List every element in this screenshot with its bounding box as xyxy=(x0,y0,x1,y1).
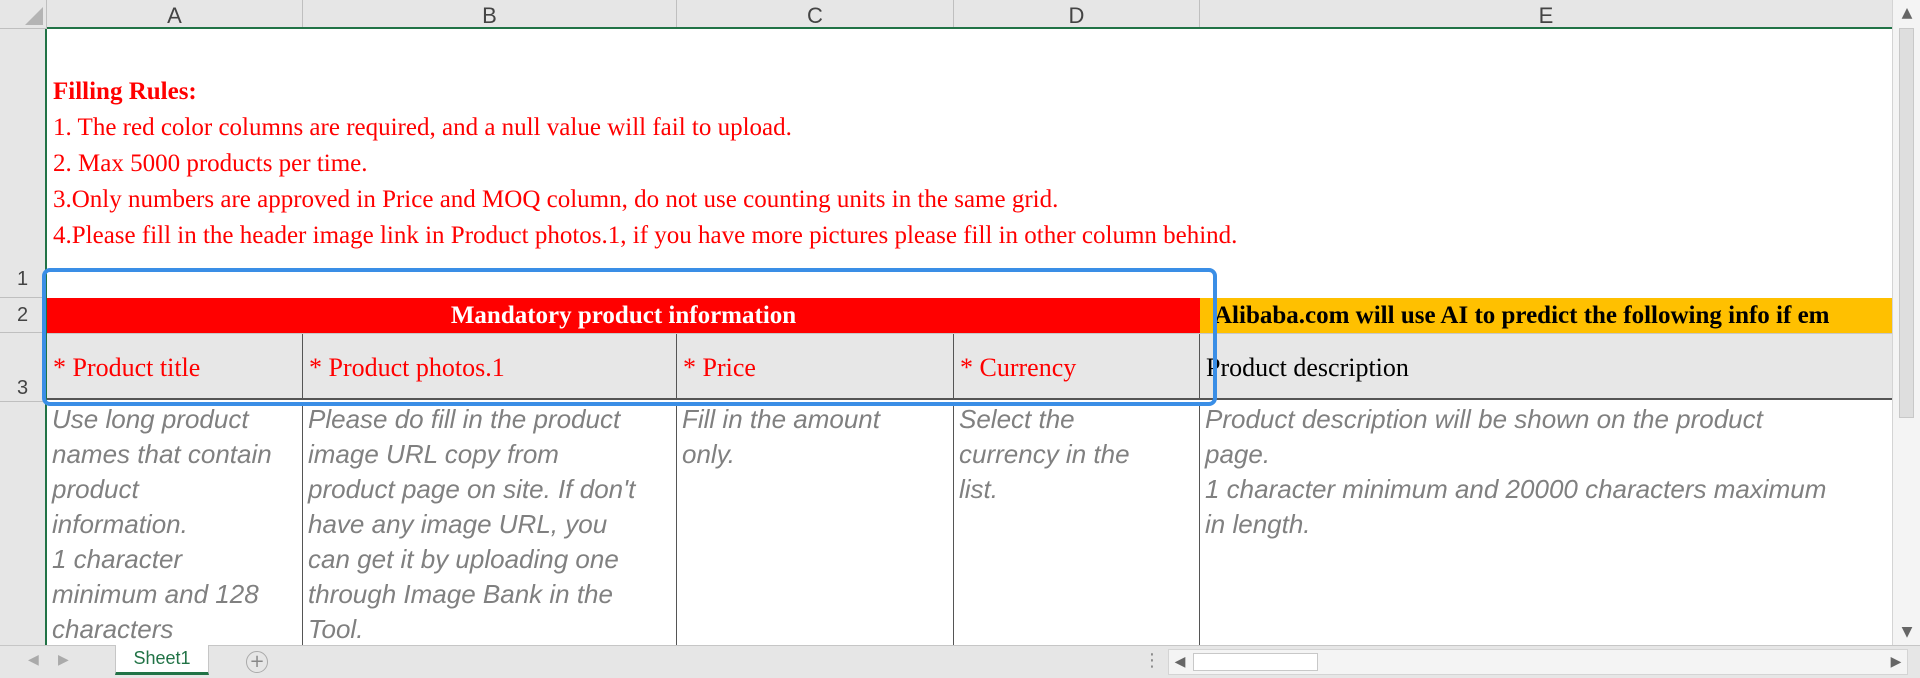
triangle-down-icon[interactable]: ▼ xyxy=(1893,621,1920,643)
vertical-scroll-thumb[interactable] xyxy=(1899,28,1914,418)
desc-line: 1 character xyxy=(52,544,183,574)
desc-line: characters xyxy=(52,614,174,644)
mandatory-info-band[interactable]: Mandatory product information xyxy=(47,298,1200,333)
desc-line: currency in the xyxy=(959,439,1130,469)
column-header-a[interactable]: A xyxy=(47,0,303,28)
row-header-1[interactable]: 1 xyxy=(0,29,45,298)
column-header-d[interactable]: D xyxy=(954,0,1200,28)
desc-cell-price[interactable]: Fill in the amount only. xyxy=(677,402,954,645)
header-product-photos[interactable]: * Product photos.1 xyxy=(303,334,677,399)
filling-rule-4: 4.Please fill in the header image link i… xyxy=(53,222,1238,249)
desc-line: 1 character minimum and 20000 characters… xyxy=(1205,474,1827,504)
horizontal-scrollbar[interactable]: ◀ ▶ xyxy=(1168,649,1908,675)
header-product-description[interactable]: Product description xyxy=(1200,334,1892,399)
desc-line: information. xyxy=(52,509,188,539)
header-row: * Product title * Product photos.1 * Pri… xyxy=(47,333,1892,400)
header-currency[interactable]: * Currency xyxy=(954,334,1200,399)
sheet-nav-prev-icon[interactable]: ◀ xyxy=(28,652,39,668)
triangle-left-icon[interactable]: ◀ xyxy=(1169,650,1191,674)
desc-line: through Image Bank in the xyxy=(308,579,613,609)
plus-circle-icon[interactable]: + xyxy=(246,651,268,673)
cell-grid[interactable]: Filling Rules: 1. The red color columns … xyxy=(47,29,1892,645)
sheet-nav-next-icon[interactable]: ▶ xyxy=(58,652,69,668)
column-header-e[interactable]: E xyxy=(1200,0,1892,28)
desc-line: Product description will be shown on the… xyxy=(1205,404,1763,434)
triangle-right-icon[interactable]: ▶ xyxy=(1885,650,1907,674)
desc-line: Fill in the amount xyxy=(682,404,880,434)
sheet-tab-sheet1[interactable]: Sheet1 xyxy=(115,645,209,675)
column-header-c[interactable]: C xyxy=(677,0,954,28)
desc-cell-product-description[interactable]: Product description will be shown on the… xyxy=(1200,402,1892,645)
desc-line: product xyxy=(52,474,139,504)
sheet-tab-bar: ◀ ▶ Sheet1 + ⋮ ◀ ▶ xyxy=(0,645,1920,678)
desc-line: Use long product xyxy=(52,404,249,434)
filling-rule-2: 2. Max 5000 products per time. xyxy=(53,150,368,177)
desc-line: names that contain xyxy=(52,439,272,469)
desc-line: image URL copy from xyxy=(308,439,559,469)
desc-line: list. xyxy=(959,474,998,504)
row-headers: 1 2 3 xyxy=(0,29,47,645)
desc-cell-currency[interactable]: Select the currency in the list. xyxy=(954,402,1200,645)
header-price[interactable]: * Price xyxy=(677,334,954,399)
desc-line: only. xyxy=(682,439,735,469)
desc-line: product page on site. If don't xyxy=(308,474,636,504)
row-header-2[interactable]: 2 xyxy=(0,298,45,333)
select-all-corner[interactable] xyxy=(0,0,47,29)
desc-line: have any image URL, you xyxy=(308,509,608,539)
triangle-up-icon[interactable]: ▲ xyxy=(1893,2,1920,24)
column-headers: A B C D E xyxy=(47,0,1892,29)
desc-cell-product-title[interactable]: Use long product names that contain prod… xyxy=(47,402,303,645)
desc-cell-product-photos[interactable]: Please do fill in the product image URL … xyxy=(303,402,677,645)
filling-rule-1: 1. The red color columns are required, a… xyxy=(53,114,792,141)
desc-line: minimum and 128 xyxy=(52,579,259,609)
column-header-b[interactable]: B xyxy=(303,0,677,28)
desc-line: Please do fill in the product xyxy=(308,404,621,434)
desc-line: Select the xyxy=(959,404,1075,434)
splitter-handle-icon[interactable]: ⋮ xyxy=(1143,650,1161,671)
ai-predict-band[interactable]: Alibaba.com will use AI to predict the f… xyxy=(1200,298,1892,333)
filling-rules-cell[interactable]: Filling Rules: 1. The red color columns … xyxy=(53,74,1237,254)
desc-line: in length. xyxy=(1205,509,1311,539)
desc-line: page. xyxy=(1205,439,1271,469)
horizontal-scroll-thumb[interactable] xyxy=(1193,653,1318,671)
filling-rules-title: Filling Rules: xyxy=(53,78,197,105)
header-product-title[interactable]: * Product title xyxy=(47,334,303,399)
select-all-triangle-icon xyxy=(25,7,43,25)
filling-rule-3: 3.Only numbers are approved in Price and… xyxy=(53,186,1059,213)
desc-line: Tool. xyxy=(308,614,364,644)
desc-line: can get it by uploading one xyxy=(308,544,619,574)
vertical-scrollbar[interactable]: ▲ ▼ xyxy=(1892,0,1920,645)
row-header-3[interactable]: 3 xyxy=(0,333,45,402)
